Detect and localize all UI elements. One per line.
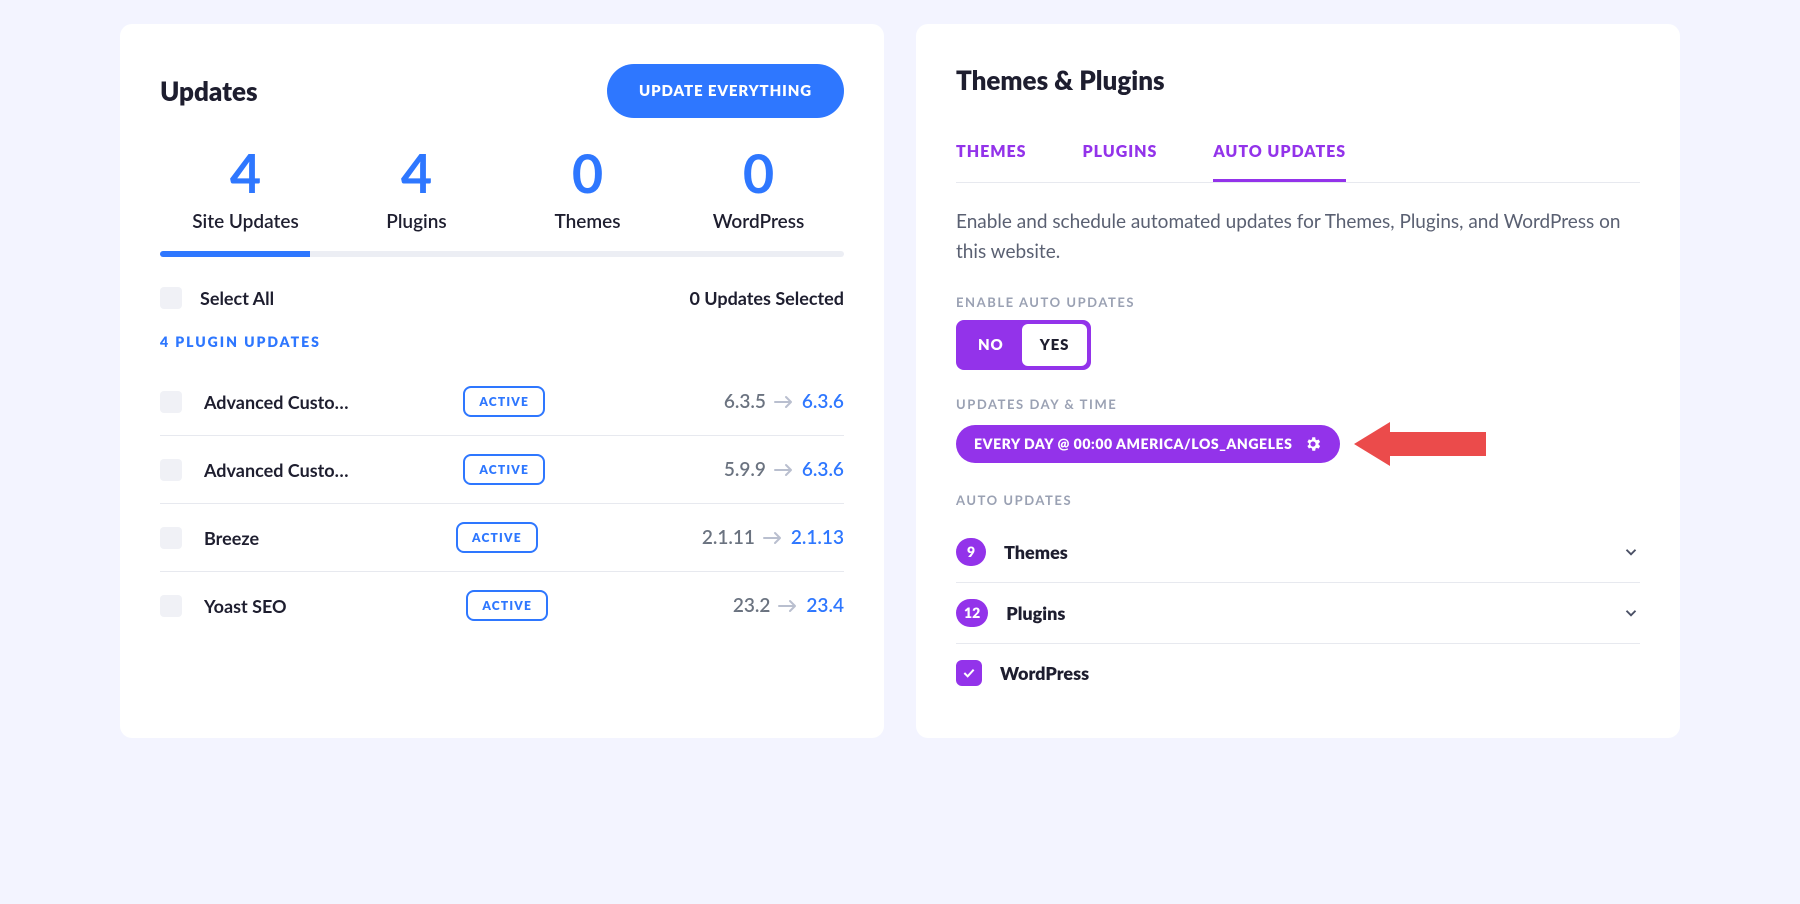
count-badge: 9 <box>956 538 986 566</box>
chevron-down-icon <box>1622 604 1640 622</box>
version-to: 6.3.6 <box>802 390 844 413</box>
auto-updates-list: 9 Themes 12 Plugins WordPress <box>956 522 1640 702</box>
version-from: 5.9.9 <box>724 458 766 481</box>
plugin-version: 2.1.11 2.1.13 <box>702 526 844 549</box>
plugin-checkbox[interactable] <box>160 459 182 481</box>
plugin-update-row: Advanced Custo… ACTIVE 5.9.9 6.3.6 <box>160 436 844 504</box>
schedule-button[interactable]: EVERY DAY @ 00:00 AMERICA/LOS_ANGELES <box>956 425 1340 463</box>
updates-card: Updates UPDATE EVERYTHING 4 Site Updates… <box>120 24 884 738</box>
themes-plugins-tabs: THEMES PLUGINS AUTO UPDATES <box>956 124 1640 183</box>
arrow-right-icon <box>774 395 794 409</box>
stat-value: 4 <box>331 146 502 200</box>
check-icon <box>961 665 977 681</box>
gear-icon <box>1304 435 1322 453</box>
plugin-updates-heading: 4 PLUGIN UPDATES <box>160 333 844 350</box>
stat-themes[interactable]: 0 Themes <box>502 146 673 233</box>
plugin-version: 23.2 23.4 <box>733 594 844 617</box>
plugin-checkbox[interactable] <box>160 391 182 413</box>
stat-plugins[interactable]: 4 Plugins <box>331 146 502 233</box>
version-to: 2.1.13 <box>791 526 844 549</box>
auto-updates-item-label: WordPress <box>1000 662 1089 684</box>
count-badge: 12 <box>956 599 988 627</box>
tab-themes[interactable]: THEMES <box>956 124 1027 182</box>
active-badge: ACTIVE <box>463 454 545 485</box>
stat-label: Plugins <box>331 210 502 233</box>
stat-label: WordPress <box>673 210 844 233</box>
auto-updates-item-label: Plugins <box>1006 602 1065 624</box>
updates-day-time-label: UPDATES DAY & TIME <box>956 396 1640 412</box>
plugin-version: 5.9.9 6.3.6 <box>724 458 844 481</box>
plugin-updates-list: Advanced Custo… ACTIVE 6.3.5 6.3.6 Advan… <box>160 368 844 639</box>
plugin-name: Advanced Custo… <box>204 459 374 481</box>
themes-plugins-card: Themes & Plugins THEMES PLUGINS AUTO UPD… <box>916 24 1680 738</box>
active-badge: ACTIVE <box>466 590 548 621</box>
auto-updates-label: AUTO UPDATES <box>956 492 1640 508</box>
wordpress-checkbox[interactable] <box>956 660 982 686</box>
enable-auto-updates-toggle[interactable]: NO YES <box>956 320 1091 370</box>
version-from: 2.1.11 <box>702 526 755 549</box>
stat-value: 0 <box>502 146 673 200</box>
schedule-value: EVERY DAY @ 00:00 AMERICA/LOS_ANGELES <box>974 435 1292 452</box>
stat-label: Site Updates <box>160 210 331 233</box>
plugin-name: Advanced Custo… <box>204 391 374 413</box>
auto-updates-item-label: Themes <box>1004 541 1068 563</box>
plugin-update-row: Breeze ACTIVE 2.1.11 2.1.13 <box>160 504 844 572</box>
updates-selected-count: 0 Updates Selected <box>689 287 844 309</box>
select-all-checkbox[interactable] <box>160 287 182 309</box>
stat-label: Themes <box>502 210 673 233</box>
active-badge: ACTIVE <box>463 386 545 417</box>
toggle-no[interactable]: NO <box>960 324 1022 366</box>
stat-wordpress[interactable]: 0 WordPress <box>673 146 844 233</box>
stat-value: 4 <box>160 146 331 200</box>
plugin-version: 6.3.5 6.3.6 <box>724 390 844 413</box>
active-badge: ACTIVE <box>456 522 538 553</box>
annotation-arrow <box>1354 422 1486 466</box>
version-from: 6.3.5 <box>724 390 766 413</box>
updates-title: Updates <box>160 75 258 107</box>
plugin-update-row: Yoast SEO ACTIVE 23.2 23.4 <box>160 572 844 639</box>
arrow-right-icon <box>778 599 798 613</box>
themes-plugins-title: Themes & Plugins <box>956 64 1640 96</box>
auto-updates-row-themes[interactable]: 9 Themes <box>956 522 1640 583</box>
updates-progress <box>160 251 844 257</box>
enable-auto-updates-label: ENABLE AUTO UPDATES <box>956 294 1640 310</box>
auto-updates-row-wordpress[interactable]: WordPress <box>956 644 1640 702</box>
plugin-update-row: Advanced Custo… ACTIVE 6.3.5 6.3.6 <box>160 368 844 436</box>
update-everything-button[interactable]: UPDATE EVERYTHING <box>607 64 844 118</box>
plugin-checkbox[interactable] <box>160 595 182 617</box>
updates-stats: 4 Site Updates 4 Plugins 0 Themes 0 Word… <box>160 146 844 233</box>
plugin-checkbox[interactable] <box>160 527 182 549</box>
auto-updates-row-plugins[interactable]: 12 Plugins <box>956 583 1640 644</box>
tab-plugins[interactable]: PLUGINS <box>1083 124 1158 182</box>
arrow-right-icon <box>774 463 794 477</box>
stat-value: 0 <box>673 146 844 200</box>
version-to: 6.3.6 <box>802 458 844 481</box>
arrow-right-icon <box>763 531 783 545</box>
version-to: 23.4 <box>806 594 844 617</box>
select-all-label: Select All <box>200 287 274 309</box>
tab-auto-updates[interactable]: AUTO UPDATES <box>1213 124 1346 182</box>
plugin-name: Breeze <box>204 527 374 549</box>
toggle-yes[interactable]: YES <box>1022 324 1088 366</box>
chevron-down-icon <box>1622 543 1640 561</box>
version-from: 23.2 <box>733 594 771 617</box>
stat-site-updates[interactable]: 4 Site Updates <box>160 146 331 233</box>
auto-updates-description: Enable and schedule automated updates fo… <box>956 207 1640 268</box>
plugin-name: Yoast SEO <box>204 595 374 617</box>
